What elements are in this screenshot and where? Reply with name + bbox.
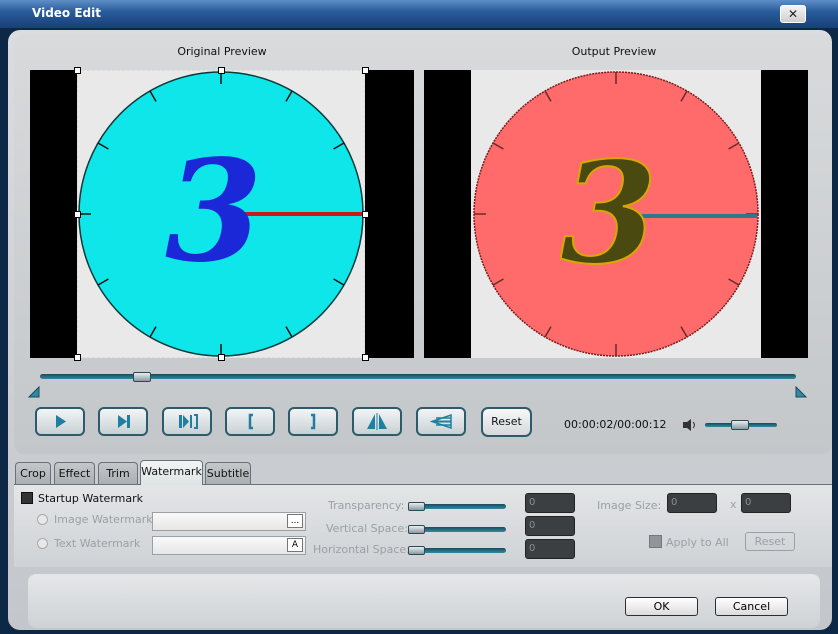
volume-thumb[interactable] (731, 420, 749, 430)
seek-thumb[interactable] (133, 372, 151, 382)
window-title: Video Edit (32, 6, 101, 20)
tab-effect[interactable]: Effect (54, 462, 95, 484)
horizontal-space-thumb[interactable] (408, 546, 425, 555)
image-width-spinner[interactable]: 0 (667, 493, 717, 513)
vertical-space-label: Vertical Space: (326, 522, 408, 535)
flip-button[interactable] (352, 407, 402, 436)
end-mark-icon (311, 413, 316, 430)
seek-track[interactable] (40, 374, 796, 379)
volume-icon[interactable] (682, 418, 698, 432)
vertical-space-spinner[interactable]: 0 (525, 516, 575, 536)
apply-to-all-checkbox[interactable] (649, 535, 662, 548)
horizontal-space-spinner[interactable]: 0 (525, 539, 575, 559)
font-button[interactable]: A (287, 538, 303, 552)
transparency-thumb[interactable] (408, 502, 425, 511)
transparency-label: Transparency: (328, 499, 405, 512)
crop-selection[interactable] (77, 70, 365, 358)
crop-handle[interactable] (74, 67, 81, 74)
text-watermark-radio[interactable] (37, 538, 48, 549)
tab-crop[interactable]: Crop (15, 462, 51, 484)
play-icon (56, 415, 66, 428)
output-clock-frame: 3 (471, 70, 761, 358)
watermark-text-field[interactable] (152, 536, 306, 555)
startup-watermark-checkbox[interactable] (21, 492, 33, 504)
vertical-space-thumb[interactable] (408, 525, 425, 534)
image-watermark-label: Image Watermark (54, 513, 153, 526)
rotate-icon (429, 413, 452, 430)
crop-handle[interactable] (218, 354, 225, 361)
image-height-value: 0 (745, 497, 752, 508)
image-watermark-radio[interactable] (37, 514, 48, 525)
next-frame-icon (118, 415, 130, 428)
rotate-button[interactable] (416, 407, 466, 436)
crop-handle[interactable] (74, 354, 81, 361)
split-icon (179, 414, 198, 429)
crop-handle[interactable] (362, 67, 369, 74)
seek-start-marker-icon[interactable] (28, 386, 40, 398)
preview-reset-button[interactable]: Reset (481, 407, 532, 437)
tab-watermark[interactable]: Watermark (140, 460, 203, 485)
crop-handle[interactable] (362, 211, 369, 218)
watermark-reset-button[interactable]: Reset (745, 532, 795, 551)
tab-trim[interactable]: Trim (98, 462, 138, 484)
footer-panel (28, 574, 820, 628)
size-separator: x (730, 498, 737, 511)
start-mark-button[interactable] (225, 407, 275, 436)
play-button[interactable] (35, 407, 85, 436)
next-frame-button[interactable] (98, 407, 148, 436)
title-bar[interactable] (0, 0, 838, 28)
image-path-field[interactable] (152, 512, 306, 531)
original-preview-label: Original Preview (177, 45, 267, 58)
text-watermark-label: Text Watermark (54, 537, 141, 550)
vertical-space-value: 0 (529, 520, 536, 531)
output-preview-screen: 3 (424, 70, 808, 358)
image-size-label: Image Size: (597, 499, 662, 512)
crop-handle[interactable] (74, 211, 81, 218)
crop-handle[interactable] (362, 354, 369, 361)
apply-to-all-label: Apply to All (666, 536, 729, 549)
image-height-spinner[interactable]: 0 (741, 493, 791, 513)
tab-subtitle[interactable]: Subtitle (205, 462, 251, 484)
start-mark-icon (248, 413, 253, 430)
split-button[interactable] (162, 407, 212, 436)
flip-icon (367, 413, 387, 430)
startup-watermark-label: Startup Watermark (38, 492, 143, 505)
close-button[interactable]: ✕ (780, 5, 806, 23)
crop-handle[interactable] (218, 67, 225, 74)
browse-button[interactable]: ... (287, 514, 303, 528)
timecode: 00:00:02/00:00:12 (564, 418, 667, 431)
image-width-value: 0 (671, 497, 678, 508)
horizontal-space-label: Horizontal Space: (313, 543, 410, 556)
output-preview-label: Output Preview (571, 45, 657, 58)
transparency-spinner[interactable]: 0 (525, 493, 575, 513)
transparency-value: 0 (529, 497, 536, 508)
end-mark-button[interactable] (288, 407, 338, 436)
seek-end-marker-icon[interactable] (795, 386, 807, 398)
ok-button[interactable]: OK (625, 597, 698, 616)
horizontal-space-value: 0 (529, 543, 536, 554)
output-clock-digit: 3 (560, 132, 657, 296)
cancel-button[interactable]: Cancel (715, 597, 788, 616)
